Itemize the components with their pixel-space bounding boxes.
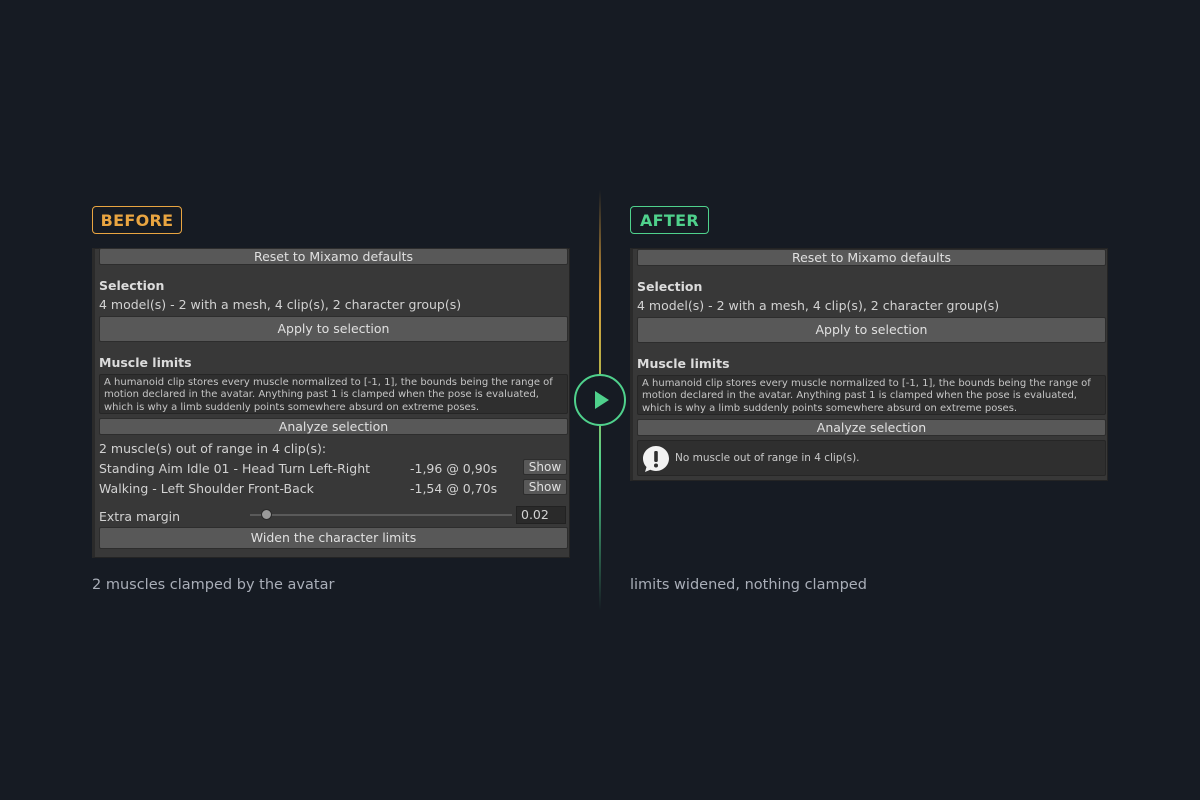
before-inspector-panel: Reset to Mixamo defaults Selection 4 mod… [92,248,570,558]
muscle-limits-title: Muscle limits [99,355,192,370]
analyze-selection-button[interactable]: Analyze selection [99,418,568,435]
info-message: No muscle out of range in 4 clip(s). [675,452,860,464]
widen-limits-button[interactable]: Widen the character limits [99,527,568,549]
after-caption: limits widened, nothing clamped [630,577,867,593]
play-icon [574,374,626,426]
selection-summary: 4 model(s) - 2 with a mesh, 4 clip(s), 2… [637,298,1000,313]
result-row-name: Walking - Left Shoulder Front-Back [99,481,314,496]
extra-margin-slider-thumb[interactable] [260,509,272,520]
show-button[interactable]: Show [523,479,567,495]
before-caption: 2 muscles clamped by the avatar [92,577,335,593]
selection-title: Selection [99,278,165,293]
result-row-value: -1,54 @ 0,70s [410,481,498,496]
analyze-selection-button[interactable]: Analyze selection [637,419,1106,436]
muscle-limits-title: Muscle limits [637,356,730,371]
before-badge: BEFORE [92,206,182,234]
info-icon [642,445,669,472]
reset-mixamo-button[interactable]: Reset to Mixamo defaults [99,248,568,265]
muscle-limits-help: A humanoid clip stores every muscle norm… [637,375,1106,415]
result-summary: 2 muscle(s) out of range in 4 clip(s): [99,441,327,456]
selection-summary: 4 model(s) - 2 with a mesh, 4 clip(s), 2… [99,297,462,312]
show-button[interactable]: Show [523,459,567,475]
muscle-limits-help: A humanoid clip stores every muscle norm… [99,374,568,414]
apply-to-selection-button[interactable]: Apply to selection [99,316,568,342]
extra-margin-field[interactable]: 0.02 [516,506,566,524]
result-row-value: -1,96 @ 0,90s [410,461,498,476]
info-message-box: No muscle out of range in 4 clip(s). [637,440,1106,476]
extra-margin-slider-track[interactable] [250,514,512,516]
result-row-name: Standing Aim Idle 01 - Head Turn Left-Ri… [99,461,371,476]
after-badge: AFTER [630,206,709,234]
after-inspector-panel: Reset to Mixamo defaults Selection 4 mod… [630,248,1108,481]
selection-title: Selection [637,279,703,294]
reset-mixamo-button[interactable]: Reset to Mixamo defaults [637,249,1106,266]
apply-to-selection-button[interactable]: Apply to selection [637,317,1106,343]
extra-margin-label: Extra margin [99,509,181,524]
